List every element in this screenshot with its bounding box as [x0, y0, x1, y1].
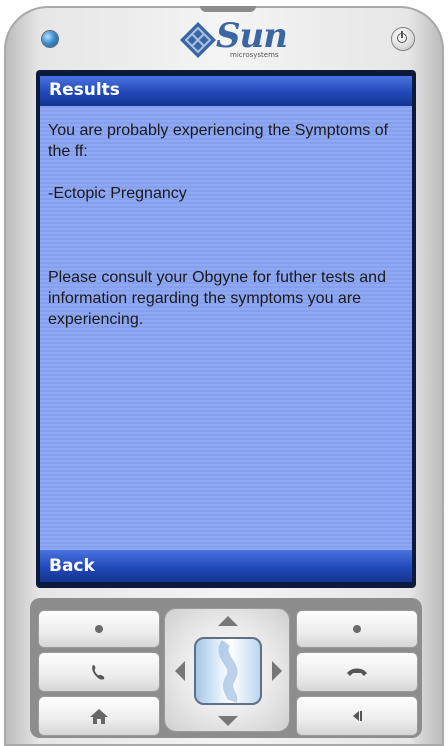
- screen-titlebar: Results: [40, 76, 412, 106]
- end-call-button[interactable]: [296, 652, 418, 692]
- phone-screen: Results You are probably experiencing th…: [40, 76, 412, 582]
- dot-icon: [353, 625, 361, 633]
- sun-logo: Sun microsystems: [178, 16, 288, 66]
- back-button[interactable]: [296, 696, 418, 736]
- power-led-icon: [42, 31, 58, 47]
- left-softkey-button[interactable]: [38, 610, 160, 648]
- page-title: Results: [49, 80, 120, 100]
- dot-icon: [95, 625, 103, 633]
- dpad-select-button[interactable]: [194, 637, 262, 705]
- dpad-down-arrow-icon[interactable]: [218, 716, 238, 726]
- end-call-icon: [347, 668, 367, 676]
- back-softkey[interactable]: Back: [49, 556, 95, 576]
- home-icon: [90, 709, 108, 724]
- dpad-right-arrow-icon[interactable]: [272, 661, 282, 681]
- call-icon: [92, 665, 105, 680]
- result-line-intro: You are probably experiencing the Sympto…: [48, 122, 389, 160]
- result-line-advice: Please consult your Obgyne for futher te…: [48, 269, 386, 328]
- dpad-up-arrow-icon[interactable]: [218, 616, 238, 626]
- power-icon: [397, 31, 407, 43]
- home-button[interactable]: [38, 696, 160, 736]
- call-button[interactable]: [38, 652, 160, 692]
- dpad-left-arrow-icon[interactable]: [175, 661, 185, 681]
- right-softkey-button[interactable]: [296, 610, 418, 648]
- logo-text: Sun: [216, 16, 288, 56]
- softkey-bar: Back: [40, 550, 412, 582]
- results-content: You are probably experiencing the Sympto…: [48, 120, 404, 330]
- top-notch: [200, 6, 256, 12]
- logo-subtext: microsystems: [230, 51, 279, 59]
- select-wave-icon: [218, 640, 238, 703]
- back-icon: [353, 711, 362, 721]
- power-button[interactable]: [392, 28, 414, 50]
- sun-diamond-icon: [180, 22, 216, 58]
- result-line-condition: -Ectopic Pregnancy: [48, 185, 187, 202]
